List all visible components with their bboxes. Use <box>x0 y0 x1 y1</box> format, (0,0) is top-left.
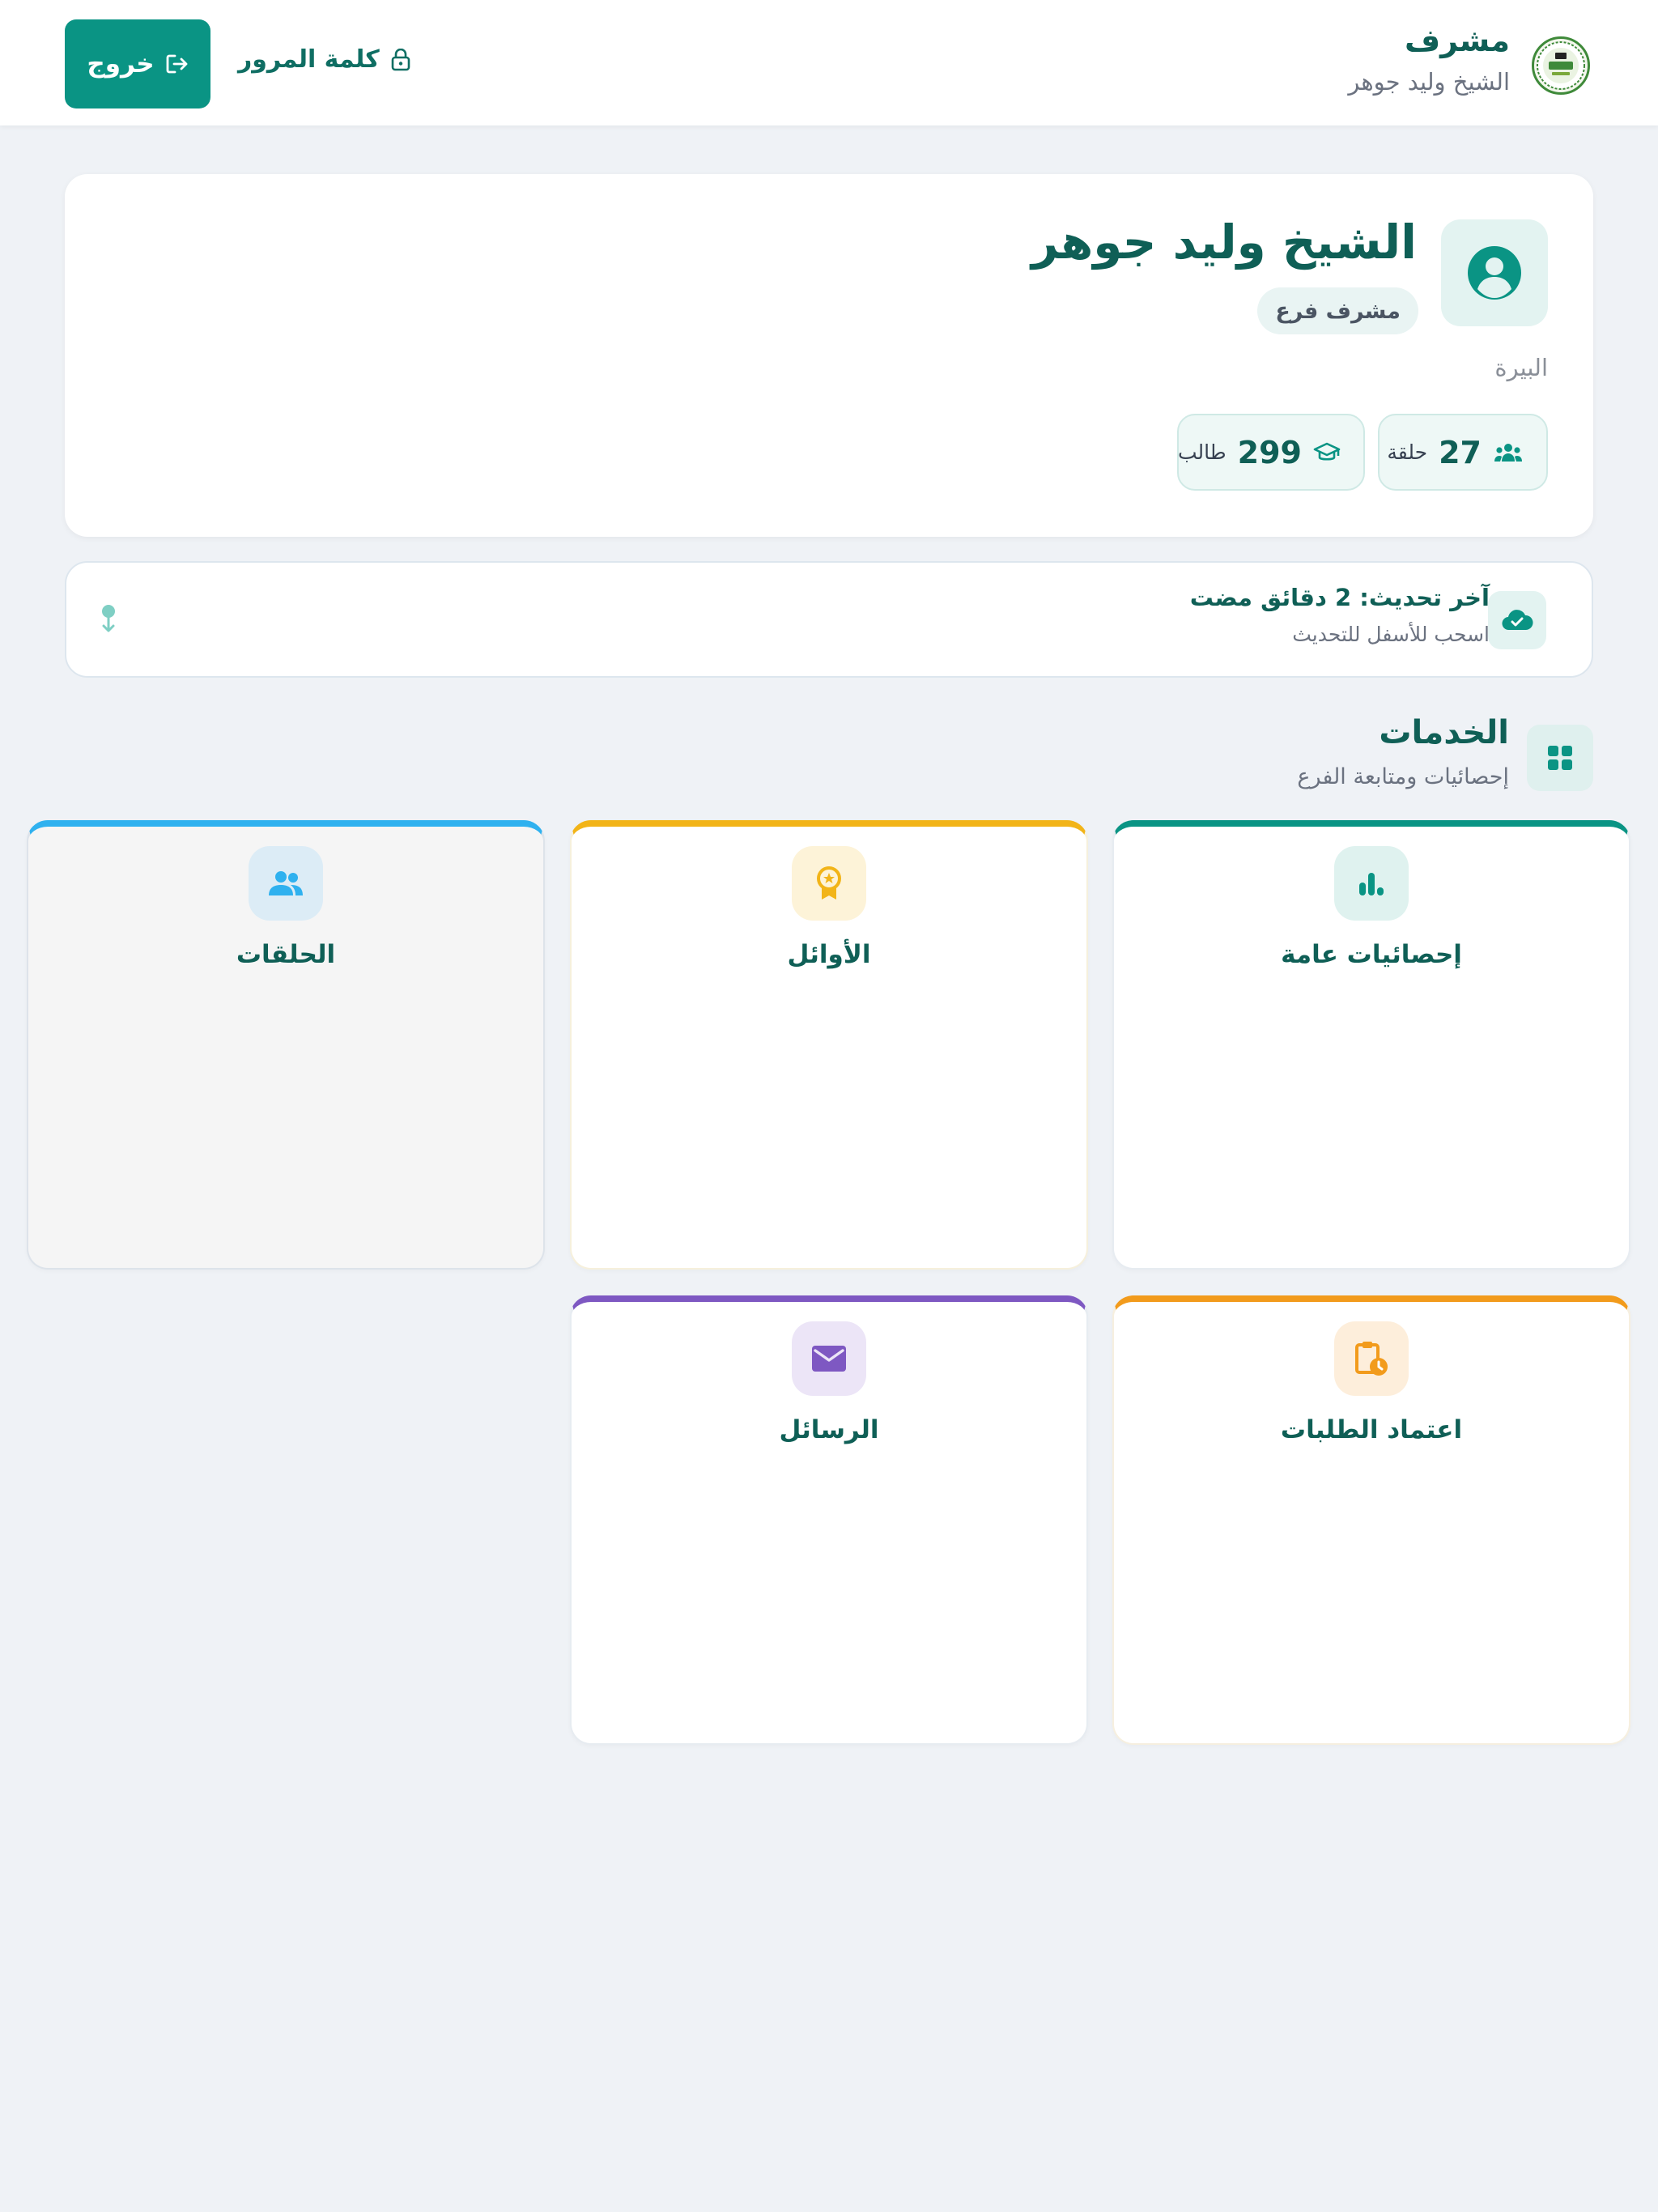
cloud-check-icon <box>1488 591 1546 649</box>
requests-approval-tile[interactable]: اعتماد الطلبات <box>1112 1295 1630 1745</box>
change-password-label: كلمة المرور <box>238 45 380 74</box>
requests-approval-label: اعتماد الطلبات <box>1280 1415 1463 1444</box>
pull-down-icon <box>100 603 117 634</box>
top-students-tile[interactable]: الأوائل <box>570 820 1088 1270</box>
clipboard-clock-icon <box>1334 1321 1409 1396</box>
messages-tile[interactable]: الرسائل <box>570 1295 1088 1745</box>
graduation-cap-icon <box>1313 441 1341 464</box>
group-icon <box>249 846 323 921</box>
bar-chart-icon <box>1334 846 1409 921</box>
services-heading: الخدمات <box>1379 714 1509 751</box>
top-students-label: الأوائل <box>787 940 871 969</box>
profile-name: الشيخ وليد جوهر <box>1031 215 1417 270</box>
logout-icon <box>166 53 189 74</box>
user-display-name: الشيخ وليد جوهر <box>1348 68 1510 96</box>
circles-tile[interactable]: الحلقات <box>27 820 545 1270</box>
students-count-label: طالب <box>1177 440 1226 464</box>
user-circle-icon <box>1468 246 1521 300</box>
user-role-title: مشرف <box>1405 23 1510 58</box>
general-stats-tile[interactable]: إحصائيات عامة <box>1112 820 1630 1270</box>
institute-logo <box>1532 36 1590 95</box>
services-subtitle: إحصائيات ومتابعة الفرع <box>1297 764 1509 789</box>
circles-count-label: حلقة <box>1387 440 1428 464</box>
logout-label: خروج <box>87 49 155 79</box>
pull-to-refresh-hint: اسحب للأسفل للتحديث <box>1292 623 1490 646</box>
last-update-text: آخر تحديث: 2 دقائق مضت <box>1189 584 1490 611</box>
mail-icon <box>792 1321 866 1396</box>
students-count-stat: 299 طالب <box>1177 414 1365 491</box>
circles-label: الحلقات <box>236 940 336 969</box>
last-update-card[interactable]: آخر تحديث: 2 دقائق مضت اسحب للأسفل للتحد… <box>65 561 1593 678</box>
logout-button[interactable]: خروج <box>65 19 210 108</box>
grid-icon <box>1527 725 1593 791</box>
top-bar: مشرف الشيخ وليد جوهر كلمة المرور خروج <box>0 0 1658 125</box>
lock-icon <box>391 48 410 71</box>
branch-name: البيرة <box>1494 354 1548 381</box>
circles-count-value: 27 <box>1439 434 1482 470</box>
profile-card: الشيخ وليد جوهر مشرف فرع البيرة 27 حلقة … <box>65 174 1593 537</box>
change-password-link[interactable]: كلمة المرور <box>238 45 410 74</box>
award-icon <box>792 846 866 921</box>
avatar <box>1441 219 1548 326</box>
students-count-value: 299 <box>1237 434 1302 470</box>
circles-count-stat: 27 حلقة <box>1378 414 1548 491</box>
role-badge: مشرف فرع <box>1257 287 1418 334</box>
messages-label: الرسائل <box>779 1415 879 1444</box>
general-stats-label: إحصائيات عامة <box>1281 940 1462 969</box>
group-icon <box>1493 442 1524 463</box>
